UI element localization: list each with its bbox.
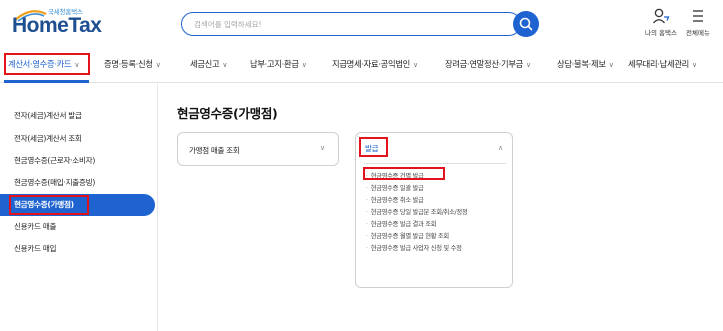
my-hometax-label: 나의 홈택스	[645, 29, 677, 37]
submenu-item-monthly-status[interactable]: · 현금영수증 월별 발급 현황 조회	[366, 231, 467, 243]
highlight-box-gnb	[4, 53, 90, 75]
sidebar-item-receipt-consumer[interactable]: 현금영수증(근로자·소비자)	[0, 150, 155, 172]
submenu-item-label: 현금영수증 발급 결과 조회	[370, 221, 437, 228]
submenu-item-label: 현금영수증 발급 사업자 신청 및 수정	[370, 245, 462, 252]
bullet-icon: ·	[366, 233, 368, 240]
sidebar-item-card-purchase[interactable]: 신용카드 매입	[0, 238, 155, 260]
gnb-item-label: 납부·고지·환급	[250, 59, 299, 69]
chevron-down-icon: ∨	[608, 61, 614, 69]
gnb-item-label: 지급명세·자료·공익법인	[332, 59, 411, 69]
hometax-logo[interactable]: 국세청홈택스 HomeTax	[10, 6, 130, 40]
dropdown-label: 가맹점 매출 조회	[189, 146, 240, 155]
divider	[364, 163, 506, 164]
chevron-down-icon: ∨	[155, 61, 161, 69]
highlight-box-issue	[359, 137, 388, 157]
menu-icon	[692, 10, 703, 22]
gnb-item-label: 증명·등록·신청	[104, 59, 153, 69]
search-input[interactable]	[194, 16, 494, 32]
logo-title: HomeTax	[12, 14, 102, 37]
gnb-item-tax-agent[interactable]: 세무대리·납세관리 ∨	[628, 46, 697, 83]
sidebar-item-receipt-purchase[interactable]: 현금영수증(매입·지출증빙)	[0, 172, 155, 194]
page-title: 현금영수증(가맹점)	[177, 106, 278, 121]
highlight-box-single-issue	[363, 167, 445, 180]
bullet-icon: ·	[366, 209, 368, 216]
sidebar-item-e-invoice-issue[interactable]: 전자(세금)계산서 발급	[0, 105, 155, 127]
chevron-down-icon: ∨	[413, 61, 418, 69]
chevron-down-icon: ∨	[301, 61, 307, 69]
gnb-item-statements[interactable]: 지급명세·자료·공익법인 ∨	[332, 46, 418, 83]
chevron-down-icon: ∨	[222, 61, 228, 69]
main-navigation: 계산서·영수증·카드 ∨ 증명·등록·신청 ∨ 세금신고 ∨ 납부·고지·환급 ∨ 지급…	[0, 46, 723, 83]
chevron-down-icon: ∨	[692, 61, 697, 69]
my-hometax-button[interactable]: 나의 홈택스	[645, 8, 677, 37]
chevron-down-icon: ∨	[320, 144, 326, 152]
submenu-item-label: 현금영수증 월별 발급 현황 조회	[370, 233, 450, 240]
gnb-item-certificates[interactable]: 증명·등록·신청 ∨	[104, 46, 161, 83]
bullet-icon: ·	[366, 185, 368, 192]
search-icon	[519, 17, 533, 31]
submenu-item-cancel-issue[interactable]: · 현금영수증 취소 발급	[366, 195, 467, 207]
search-button[interactable]	[513, 11, 539, 37]
user-icon	[652, 8, 670, 24]
bullet-icon: ·	[366, 221, 368, 228]
submenu-item-business-apply[interactable]: · 현금영수증 발급 사업자 신청 및 수정	[366, 243, 467, 255]
gnb-item-label: 상담·불복·제보	[557, 59, 606, 69]
sidebar-item-card-sales[interactable]: 신용카드 매출	[0, 216, 155, 238]
sidebar-item-e-invoice-inquiry[interactable]: 전자(세금)계산서 조회	[0, 128, 155, 150]
bullet-icon: ·	[366, 245, 368, 252]
active-tab-underline	[4, 80, 89, 83]
gnb-item-payment[interactable]: 납부·고지·환급 ∨	[250, 46, 307, 83]
bullet-icon: ·	[366, 197, 368, 204]
submenu-item-label: 현금영수증 취소 발급	[370, 197, 424, 204]
chevron-up-icon: ∧	[498, 144, 504, 152]
gnb-item-consulting[interactable]: 상담·불복·제보 ∨	[557, 46, 614, 83]
issue-submenu: · 현금영수증 건별 발급 · 현금영수증 일괄 발급 · 현금영수증 취소 발급 ·…	[366, 171, 468, 255]
submenu-item-same-day[interactable]: · 현금영수증 당일 발급분 조회/취소/정정	[366, 207, 468, 219]
submenu-item-result-inquiry[interactable]: · 현금영수증 발급 결과 조회	[366, 219, 467, 231]
merchant-sales-inquiry-dropdown[interactable]: 가맹점 매출 조회 ∨	[177, 132, 339, 166]
chevron-down-icon: ∨	[526, 61, 531, 69]
all-menu-label: 전체메뉴	[686, 29, 710, 37]
gnb-item-tax-return[interactable]: 세금신고 ∨	[190, 46, 227, 83]
gnb-item-label: 세무대리·납세관리	[628, 59, 690, 69]
submenu-item-bulk-issue[interactable]: · 현금영수증 일괄 발급	[366, 183, 467, 195]
search-box	[181, 12, 521, 36]
gnb-item-label: 장려금·연말정산·기부금	[445, 59, 524, 69]
gnb-item-label: 세금신고	[190, 59, 220, 69]
submenu-item-label: 현금영수증 당일 발급분 조회/취소/정정	[370, 209, 468, 216]
submenu-item-label: 현금영수증 일괄 발급	[370, 185, 424, 192]
site-header: 국세청홈택스 HomeTax 나의 홈택스 전체메뉴	[0, 0, 723, 46]
gnb-item-incentives[interactable]: 장려금·연말정산·기부금 ∨	[445, 46, 531, 83]
all-menu-button[interactable]: 전체메뉴	[686, 8, 710, 37]
highlight-box-sidebar	[9, 195, 89, 215]
